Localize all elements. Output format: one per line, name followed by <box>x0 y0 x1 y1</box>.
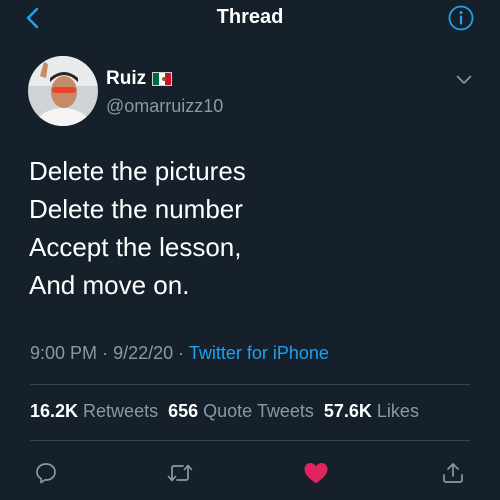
tweet-line: And move on. <box>29 270 190 300</box>
info-circle-icon <box>448 5 474 31</box>
retweets-count: 16.2K <box>30 401 79 421</box>
retweet-icon <box>167 464 193 482</box>
author-name: Ruiz <box>106 68 147 89</box>
mexico-flag-icon <box>152 72 173 86</box>
retweets-stat[interactable]: 16.2K Retweets <box>30 401 158 422</box>
quote-tweets-count: 656 <box>168 401 199 421</box>
tweet-meta: 9:00 PM · 9/22/20 · Twitter for iPhone <box>30 343 329 364</box>
divider <box>30 384 470 385</box>
likes-label: Likes <box>376 401 419 421</box>
like-button[interactable] <box>303 460 329 486</box>
likes-stat[interactable]: 57.6K Likes <box>324 401 419 422</box>
tweet-line: Accept the lesson, <box>29 232 242 262</box>
top-bar: Thread <box>0 0 500 36</box>
avatar[interactable] <box>28 56 98 126</box>
heart-icon <box>304 463 328 483</box>
author-name-row[interactable]: Ruiz <box>106 68 173 90</box>
chevron-down-icon <box>456 75 472 84</box>
likes-count: 57.6K <box>323 401 372 421</box>
more-options-button[interactable] <box>454 70 474 90</box>
retweets-label: Retweets <box>83 401 159 421</box>
share-button[interactable] <box>440 460 466 486</box>
divider <box>30 440 470 441</box>
share-icon <box>443 463 463 483</box>
reply-icon <box>36 463 56 484</box>
tweet-text: Delete the pictures Delete the number Ac… <box>29 152 469 304</box>
meta-separator: · <box>102 343 109 363</box>
avatar-image <box>28 56 98 126</box>
tweet-stats: 16.2K Retweets 656 Quote Tweets 57.6K Li… <box>30 401 419 422</box>
tweet-time: 9:00 PM <box>30 343 98 363</box>
retweet-button[interactable] <box>167 460 193 486</box>
quote-tweets-label: Quote Tweets <box>203 401 314 421</box>
tweet-detail-screen: Thread Ruiz @omarruizz10 Delete the pict… <box>0 0 500 500</box>
meta-separator: · <box>178 343 185 363</box>
tweet-line: Delete the number <box>29 194 243 224</box>
info-button[interactable] <box>448 5 474 31</box>
tweet-date: 9/22/20 <box>113 343 174 363</box>
tweet-line: Delete the pictures <box>29 156 246 186</box>
tweet-source-link[interactable]: Twitter for iPhone <box>189 343 329 363</box>
reply-button[interactable] <box>33 460 59 486</box>
quote-tweets-stat[interactable]: 656 Quote Tweets <box>168 401 314 422</box>
page-title: Thread <box>216 6 284 28</box>
author-handle[interactable]: @omarruizz10 <box>106 96 223 117</box>
